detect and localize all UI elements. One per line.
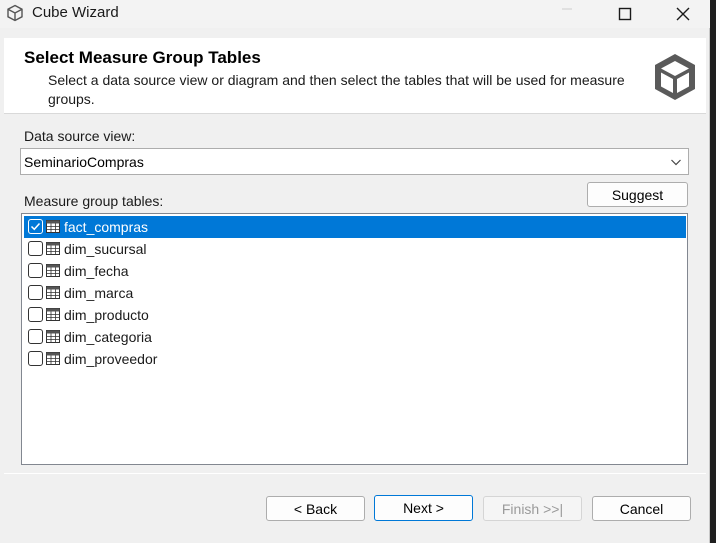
checkbox[interactable] xyxy=(28,285,43,300)
wizard-header: Select Measure Group Tables Select a dat… xyxy=(4,38,706,114)
list-item[interactable]: dim_sucursal xyxy=(24,238,686,260)
table-icon xyxy=(46,264,60,277)
table-icon xyxy=(46,286,60,299)
checkbox[interactable] xyxy=(28,329,43,344)
checkbox[interactable] xyxy=(28,263,43,278)
list-item[interactable]: dim_fecha xyxy=(24,260,686,282)
close-icon xyxy=(676,7,690,21)
page-subtitle: Select a data source view or diagram and… xyxy=(48,72,625,107)
list-item[interactable]: dim_marca xyxy=(24,282,686,304)
table-icon xyxy=(46,352,60,365)
measure-group-tables-list[interactable]: fact_compras dim_sucursal dim_fecha dim_… xyxy=(21,213,688,465)
maximize-button[interactable] xyxy=(596,0,654,28)
table-name: dim_fecha xyxy=(64,263,129,279)
minimize-button[interactable] xyxy=(538,0,596,28)
table-name: dim_marca xyxy=(64,285,134,301)
cube-outline-icon xyxy=(6,4,24,22)
cube-icon xyxy=(650,50,700,104)
table-icon xyxy=(46,220,60,233)
chevron-down-icon xyxy=(671,159,681,166)
table-name: dim_categoria xyxy=(64,329,152,345)
list-item[interactable]: fact_compras xyxy=(24,216,686,238)
table-name: dim_proveedor xyxy=(64,351,158,367)
checkbox[interactable] xyxy=(28,241,43,256)
next-button[interactable]: Next > xyxy=(374,495,473,521)
list-item[interactable]: dim_producto xyxy=(24,304,686,326)
table-icon xyxy=(46,330,60,343)
window-title: Cube Wizard xyxy=(32,4,119,21)
checkbox[interactable] xyxy=(28,307,43,322)
maximize-icon xyxy=(618,7,632,21)
data-source-view-label: Data source view: xyxy=(24,128,136,144)
checkmark-icon xyxy=(30,222,41,231)
list-item[interactable]: dim_proveedor xyxy=(24,348,686,370)
table-icon xyxy=(46,242,60,255)
cancel-button[interactable]: Cancel xyxy=(592,496,691,521)
title-bar[interactable]: Cube Wizard xyxy=(0,0,710,28)
table-icon xyxy=(46,308,60,321)
measure-group-tables-label: Measure group tables: xyxy=(24,193,164,209)
table-name: dim_producto xyxy=(64,307,149,323)
data-source-view-select[interactable]: SeminarioCompras xyxy=(20,148,689,175)
page-title: Select Measure Group Tables xyxy=(24,48,261,67)
cube-wizard-window: Cube Wizard Select Measure Group Tables … xyxy=(0,0,710,543)
finish-button: Finish >>| xyxy=(483,496,582,521)
table-name: fact_compras xyxy=(64,219,149,235)
checkbox[interactable] xyxy=(28,219,43,234)
close-button[interactable] xyxy=(654,0,712,28)
minimize-icon xyxy=(562,8,572,10)
footer-divider xyxy=(4,473,706,474)
checkbox[interactable] xyxy=(28,351,43,366)
table-name: dim_sucursal xyxy=(64,241,147,257)
data-source-view-value: SeminarioCompras xyxy=(24,154,144,170)
list-item[interactable]: dim_categoria xyxy=(24,326,686,348)
desktop-background xyxy=(710,0,716,543)
suggest-button[interactable]: Suggest xyxy=(587,182,688,207)
back-button[interactable]: < Back xyxy=(266,496,365,521)
